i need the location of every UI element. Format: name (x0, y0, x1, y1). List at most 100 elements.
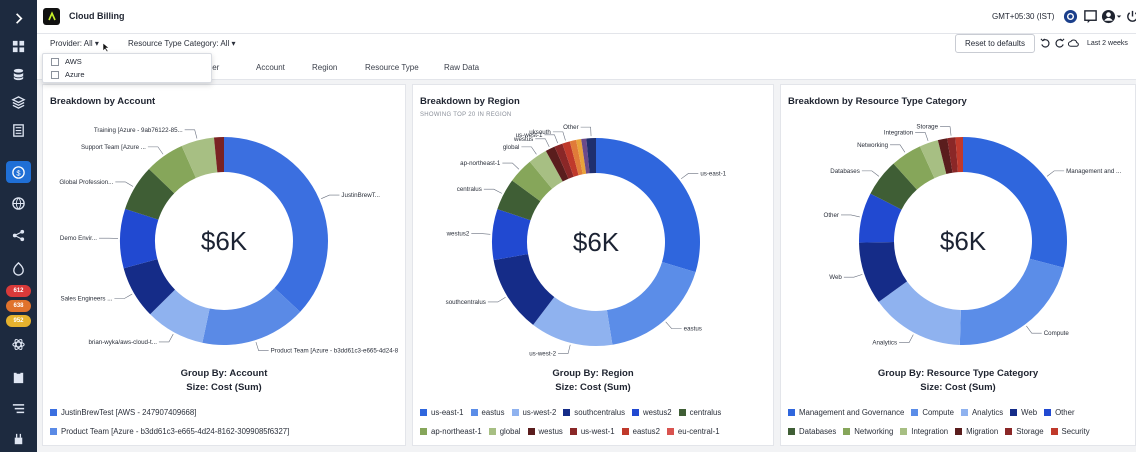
legend-item[interactable]: ap-northeast-1 (420, 427, 482, 436)
layers-icon[interactable] (6, 91, 31, 113)
chevron-right-icon[interactable] (6, 7, 31, 29)
donut-slice[interactable] (606, 261, 696, 345)
leader-line (1026, 325, 1042, 334)
leader-line (114, 293, 133, 299)
atom-icon[interactable] (6, 333, 31, 355)
leader-line (861, 170, 880, 177)
user-icon[interactable] (1101, 9, 1116, 24)
share-icon[interactable] (6, 224, 31, 246)
timezone-label[interactable]: GMT+05:30 (IST) (992, 12, 1054, 21)
reset-to-defaults-button[interactable]: Reset to defaults (955, 34, 1035, 53)
legend-item[interactable]: Management and Governance (788, 408, 904, 417)
legend-label: Migration (966, 427, 999, 436)
legend-item[interactable]: us-east-1 (420, 408, 464, 417)
leader-line (544, 134, 558, 144)
slice-label: ap-northeast-1 (460, 160, 501, 167)
legend-swatch (420, 428, 427, 435)
legend-item[interactable]: Other (1044, 408, 1075, 417)
checkbox[interactable] (51, 57, 59, 66)
alert-badge-major[interactable]: 638 (6, 300, 31, 312)
leader-line (665, 321, 682, 329)
user-menu-chevron-icon[interactable] (1115, 9, 1123, 24)
legend-item[interactable]: Networking (843, 427, 893, 436)
legend-item[interactable]: us-west-2 (511, 408, 556, 417)
globe-icon[interactable] (6, 192, 31, 214)
provider-option-azure[interactable]: Azure (51, 70, 85, 79)
filter-icon[interactable] (6, 398, 31, 420)
slice-label: Demo Envir... (60, 235, 97, 242)
leader-line (1046, 170, 1065, 177)
panel-account: Breakdown by Account JustinBrewT... Produ… (42, 84, 406, 446)
checkbox[interactable] (51, 70, 59, 79)
legend-item[interactable]: Analytics (960, 408, 1003, 417)
legend-item[interactable]: southcentralus (563, 408, 625, 417)
resource-type-filter[interactable]: Resource Type Category: All ▾ (128, 39, 236, 48)
legend-label: Compute (922, 408, 954, 417)
database-icon[interactable] (6, 63, 31, 85)
list-icon[interactable] (6, 119, 31, 141)
chat-icon[interactable] (1083, 9, 1098, 24)
cloud-sync-icon[interactable] (1068, 38, 1079, 49)
legend-item[interactable]: us-west-1 (569, 427, 615, 436)
legend-swatch (470, 409, 478, 416)
alert-icon[interactable] (6, 257, 31, 279)
legend-item[interactable]: westus2 (632, 408, 672, 417)
legend-item[interactable]: Compute (911, 408, 954, 417)
tab-region[interactable]: Region (312, 63, 337, 72)
legend-item[interactable]: westus (527, 427, 563, 436)
legend-swatch (788, 428, 795, 435)
legend-item[interactable]: Databases (788, 427, 836, 436)
slice-label: Sales Engineers ... (60, 296, 112, 303)
app-badge-icon[interactable] (1063, 9, 1078, 24)
time-range-selector[interactable]: Last 2 weeks (1087, 40, 1128, 47)
leader-line (899, 334, 914, 343)
slice-label: Compute (1044, 330, 1070, 337)
legend: us-east-1 eastus us-west-2 southcentralus we… (420, 403, 767, 441)
legend-item[interactable]: eastus2 (621, 427, 660, 436)
tab-resource-type[interactable]: Resource Type (365, 63, 419, 72)
leader-line (502, 162, 520, 170)
legend-item[interactable]: global (488, 427, 521, 436)
legend-item[interactable]: Integration (900, 427, 948, 436)
slice-label: Other (824, 212, 839, 219)
donut-slice[interactable] (224, 137, 329, 312)
leader-line (840, 214, 860, 218)
leader-line (580, 126, 592, 137)
alert-badge-critical[interactable]: 612 (6, 285, 31, 297)
alert-badge-minor[interactable]: 952 (6, 315, 31, 327)
provider-option-aws[interactable]: AWS (51, 57, 82, 66)
legend-item[interactable]: centralus (678, 408, 721, 417)
billing-icon[interactable]: $ (6, 161, 31, 183)
slice-label: uksouth (529, 129, 551, 136)
legend-item[interactable]: Storage (1005, 427, 1044, 436)
plug-icon[interactable] (6, 428, 31, 450)
leader-line (680, 173, 699, 180)
legend-swatch (420, 409, 427, 416)
tab-raw-data[interactable]: Raw Data (444, 63, 479, 72)
legend-item[interactable]: Security (1050, 427, 1090, 436)
app-title: Cloud Billing (69, 11, 125, 21)
slice-label: westus2 (446, 231, 470, 238)
legend-label: Integration (911, 427, 949, 436)
dashboard-icon[interactable] (6, 35, 31, 57)
power-icon[interactable] (1125, 9, 1136, 24)
refresh-icon[interactable] (1054, 38, 1065, 49)
undo-icon[interactable] (1040, 38, 1051, 49)
legend-item[interactable]: Web (1010, 408, 1037, 417)
legend-swatch (632, 409, 640, 416)
provider-option-label: Azure (65, 70, 85, 79)
legend-item[interactable]: JustinBrewTest [AWS - 247907409668] (50, 408, 196, 417)
donut-center-value: $6K (573, 227, 620, 257)
legend-item[interactable]: eastus (470, 408, 505, 417)
caret-down-icon: ▾ (94, 39, 99, 48)
tab-account[interactable]: Account (256, 63, 285, 72)
legend-item[interactable]: eu-central-1 (666, 427, 720, 436)
provider-filter[interactable]: Provider: All ▾ (50, 39, 99, 48)
leader-line (147, 146, 164, 155)
legend-item[interactable]: Product Team [Azure - b3dd61c3-e665-4d24… (50, 427, 289, 436)
clipboard-icon[interactable] (6, 366, 31, 388)
slice-label: Product Team [Azure - b3dd61c3-e665-4d24… (271, 348, 399, 355)
legend-swatch (1050, 428, 1058, 435)
legend-label: eu-central-1 (677, 427, 720, 436)
legend-item[interactable]: Migration (955, 427, 998, 436)
